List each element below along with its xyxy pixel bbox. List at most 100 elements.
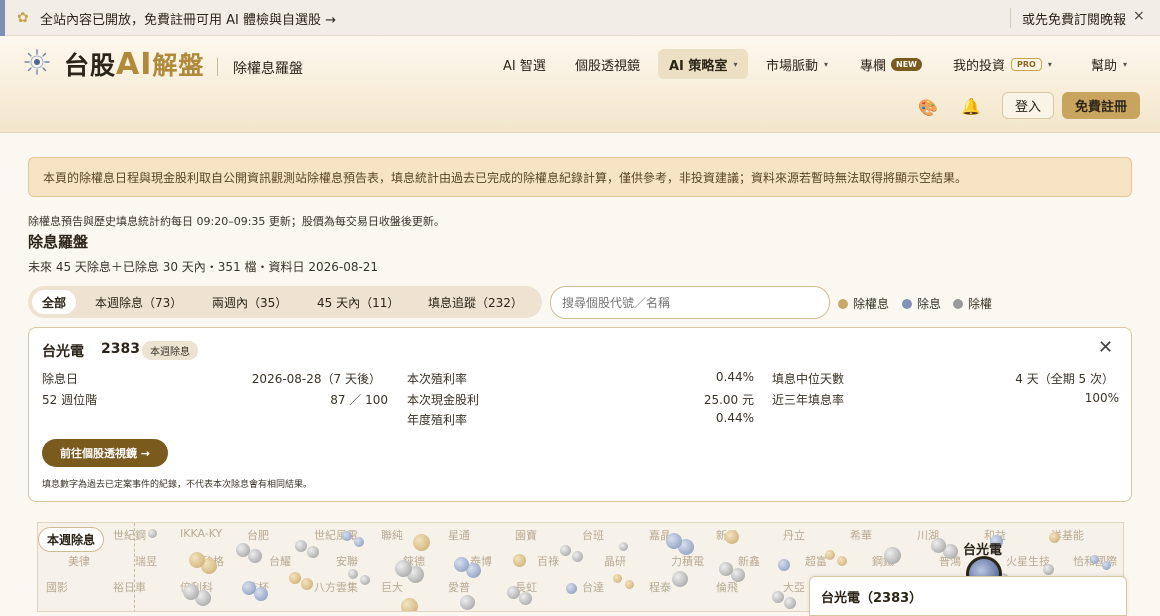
- stock-name-mark: 安聯: [336, 555, 358, 568]
- chevron-down-icon: ▾: [733, 59, 738, 69]
- nav-label: 我的投資: [953, 58, 1006, 74]
- announcement-text[interactable]: 全站內容已開放，免費註冊可用 AI 體檢與自選股 →: [40, 9, 336, 28]
- stock-bubble[interactable]: [413, 534, 430, 551]
- stock-bubble[interactable]: [560, 545, 571, 556]
- close-icon[interactable]: ×: [1133, 8, 1145, 24]
- update-note: 除權息預告與歷史填息統計約每日 09:20–09:35 更新；股價為每交易日收盤…: [28, 215, 445, 228]
- stock-bubble[interactable]: [189, 552, 205, 568]
- stock-bubble[interactable]: [236, 543, 250, 557]
- tab-45-days[interactable]: 45 天內（11）: [307, 290, 409, 314]
- stock-name-mark: 超富: [805, 555, 827, 568]
- stock-name-mark: 台班: [582, 529, 604, 542]
- announcement-accent: [0, 0, 5, 36]
- stock-bubble[interactable]: [354, 537, 364, 547]
- tab-this-week[interactable]: 本週除息（73）: [85, 290, 192, 314]
- close-icon[interactable]: ✕: [1098, 338, 1113, 358]
- subscribe-link[interactable]: 或先免費訂閱晚報: [1022, 9, 1126, 28]
- search-input[interactable]: [550, 286, 830, 319]
- stock-bubble[interactable]: [572, 551, 583, 562]
- legend-ex-rights: 除權: [953, 295, 992, 312]
- nav-help[interactable]: 幫助 ▾: [1080, 49, 1138, 79]
- stock-bubble[interactable]: [513, 554, 526, 567]
- nav-my-investment[interactable]: 我的投資 PRO ▾: [942, 49, 1063, 79]
- stock-bubble[interactable]: [772, 591, 784, 603]
- stock-bubble[interactable]: [784, 597, 796, 609]
- chevron-down-icon: ▾: [1123, 59, 1128, 69]
- nav-ai-strategy[interactable]: AI 策略室 ▾: [658, 49, 749, 79]
- tab-all[interactable]: 全部: [32, 290, 77, 314]
- stock-name-mark: 星通: [448, 529, 470, 542]
- brand-logo[interactable]: 台股AI解盤: [64, 46, 204, 82]
- legend-label: 除息: [917, 297, 942, 311]
- brand-suffix: 解盤: [152, 51, 205, 80]
- nav-market-pulse[interactable]: 市場脈動 ▾: [755, 49, 839, 79]
- stock-bubble[interactable]: [825, 550, 835, 560]
- stock-bubble[interactable]: [183, 584, 199, 600]
- legend-label: 除權息: [853, 297, 890, 311]
- stock-bubble[interactable]: [672, 571, 688, 587]
- stock-bubble[interactable]: [1049, 532, 1060, 543]
- detail-key: 52 週位階: [42, 393, 98, 407]
- stock-bubble[interactable]: [360, 575, 370, 585]
- stock-bubble[interactable]: [507, 586, 520, 599]
- stock-bubble[interactable]: [666, 533, 682, 549]
- stock-bubble[interactable]: [778, 559, 790, 571]
- stock-bubble[interactable]: [301, 578, 313, 590]
- page-subtitle: 除權息羅盤: [233, 61, 303, 77]
- stock-bubble[interactable]: [454, 557, 469, 572]
- this-week-label: 本週除息: [38, 527, 105, 552]
- stock-bubble[interactable]: [148, 529, 157, 538]
- stock-name-mark: 台耀: [269, 555, 291, 568]
- stock-bubble[interactable]: [884, 547, 901, 564]
- stock-bubble[interactable]: [307, 546, 319, 558]
- stock-bubble[interactable]: [1043, 564, 1054, 575]
- stock-bubble[interactable]: [566, 583, 577, 594]
- announcement-divider: [1010, 8, 1011, 28]
- stock-bubble[interactable]: [248, 549, 262, 563]
- bell-icon[interactable]: 🔔: [961, 97, 981, 116]
- sparkle-icon: ✿: [17, 10, 29, 26]
- stock-bubble[interactable]: [837, 556, 847, 566]
- stock-name-mark: 力積電: [671, 555, 704, 568]
- stock-bubble[interactable]: [348, 569, 358, 579]
- stock-name-mark: 美律: [68, 555, 90, 568]
- stock-name-mark: 瑞昱: [135, 555, 157, 568]
- stock-bubble[interactable]: [519, 592, 532, 605]
- stock-bubble[interactable]: [401, 598, 418, 611]
- detail-key: 本次現金股利: [407, 393, 480, 407]
- tab-fill-tracking[interactable]: 填息追蹤（232）: [418, 290, 533, 314]
- stock-bubble[interactable]: [1102, 561, 1111, 570]
- stock-bubble[interactable]: [242, 581, 256, 595]
- filter-tabs: 全部 本週除息（73） 兩週內（35） 45 天內（11） 填息追蹤（232）: [28, 286, 542, 318]
- palette-icon[interactable]: 🎨: [918, 98, 938, 117]
- stock-name-mark: 國影: [46, 581, 68, 594]
- announcement-bar: ✿ 全站內容已開放，免費註冊可用 AI 體檢與自選股 → 或先免費訂閱晚報 ×: [0, 0, 1160, 36]
- stock-bubble[interactable]: [619, 542, 628, 551]
- nav-ai-pick[interactable]: AI 智選: [492, 49, 557, 79]
- stock-bubble[interactable]: [931, 538, 946, 553]
- stock-bubble[interactable]: [731, 568, 745, 582]
- detail-key: 除息日: [42, 372, 79, 386]
- stock-bubble[interactable]: [295, 540, 307, 552]
- nav-columns[interactable]: 專欄 NEW: [849, 49, 933, 79]
- goto-stock-lens-button[interactable]: 前往個股透視鏡 →: [42, 439, 168, 467]
- stock-bubble[interactable]: [613, 574, 622, 583]
- detail-key: 近三年填息率: [772, 393, 845, 407]
- register-button[interactable]: 免費註冊: [1062, 92, 1140, 119]
- stock-name-mark: 聯純: [381, 529, 403, 542]
- tab-two-weeks[interactable]: 兩週內（35）: [202, 290, 297, 314]
- stock-name: 台光電: [42, 344, 84, 360]
- stock-bubble[interactable]: [625, 580, 634, 589]
- stock-bubble[interactable]: [719, 562, 733, 576]
- stock-bubble[interactable]: [342, 531, 352, 541]
- stock-bubble[interactable]: [1090, 555, 1099, 564]
- detail-key: 本次殖利率: [407, 372, 468, 386]
- login-button[interactable]: 登入: [1002, 92, 1054, 119]
- stock-bubble[interactable]: [395, 560, 412, 577]
- nav-stock-lens[interactable]: 個股透視鏡: [564, 49, 651, 79]
- stock-name-mark: 愛普: [448, 581, 470, 594]
- stock-bubble[interactable]: [725, 530, 739, 544]
- stock-name-mark: 園寶: [515, 529, 537, 542]
- stock-bubble[interactable]: [254, 587, 268, 601]
- stock-bubble[interactable]: [289, 572, 301, 584]
